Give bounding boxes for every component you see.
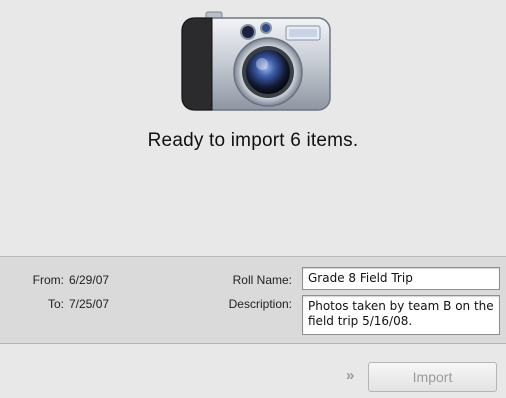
to-date-value: 7/25/07 [69, 297, 110, 311]
from-date-label: From: [32, 273, 64, 287]
camera-icon [176, 6, 336, 116]
from-date-value: 6/29/07 [69, 273, 110, 287]
roll-name-input[interactable]: Grade 8 Field Trip [302, 267, 500, 290]
import-status-area: Ready to import 6 items. [0, 0, 506, 256]
roll-name-label: Roll Name: [232, 273, 292, 287]
roll-info-panel: From: 6/29/07 To: 7/25/07 Roll Name: Gra… [0, 256, 506, 344]
double-chevron-right-icon: » [346, 367, 354, 384]
to-date-label: To: [47, 297, 64, 311]
description-textarea[interactable]: Photos taken by team B on the field trip… [302, 295, 500, 335]
import-status-message: Ready to import 6 items. [147, 130, 359, 151]
import-button[interactable]: Import [368, 362, 497, 392]
description-label: Description: [228, 297, 292, 311]
